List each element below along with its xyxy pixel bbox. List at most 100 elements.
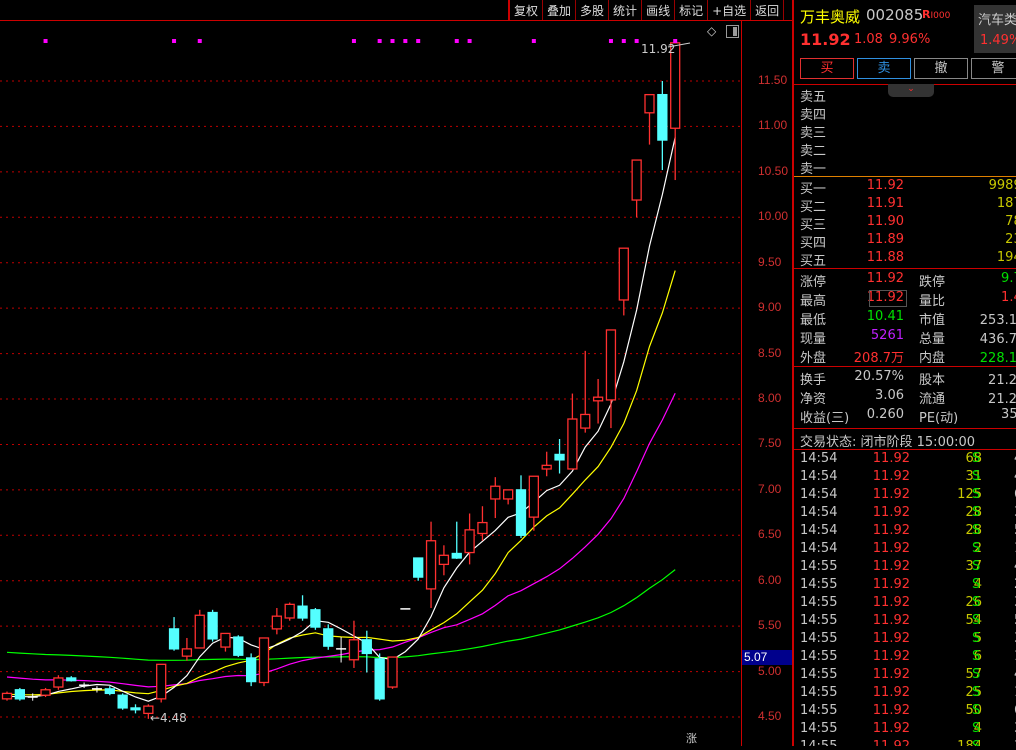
candle-up	[271, 615, 283, 630]
last-price: 11.92	[800, 30, 851, 49]
alert-button[interactable]: 警	[971, 58, 1016, 79]
bid-label: 买五	[800, 254, 827, 269]
tick-row: 14:5411.9231S4	[800, 469, 1016, 487]
candle-up	[644, 93, 655, 114]
signal-marker	[634, 39, 639, 43]
toolbar-button[interactable]: 统计	[609, 0, 643, 20]
ask-row: 卖五	[800, 86, 1016, 105]
tick-time: 14:55	[800, 667, 838, 682]
candle-down	[207, 611, 218, 640]
toolbar-button[interactable]: 标记	[675, 0, 709, 20]
panel-toggle-icon[interactable]	[726, 25, 739, 38]
candle-up	[194, 614, 205, 649]
candle-up	[53, 677, 64, 688]
candle-down	[130, 707, 141, 711]
tick-price: 11.92	[872, 595, 910, 610]
signal-marker	[531, 39, 536, 43]
sell-button[interactable]: 卖	[857, 58, 911, 79]
tick-row: 14:5411.9228S3	[800, 505, 1016, 523]
toolbar-button[interactable]: 叠加	[543, 0, 577, 20]
ask-row: 卖四	[800, 104, 1016, 123]
bid-label: 买一	[800, 182, 827, 197]
toolbar-button[interactable]: 复权	[510, 0, 544, 20]
toolbar-button[interactable]: 返回	[751, 0, 785, 20]
candle-down	[515, 489, 527, 536]
trading-status: 交易状态: 闭市阶段 15:00:00	[800, 435, 976, 450]
fund-label: 收益(三)	[800, 411, 850, 426]
candle-up	[348, 639, 360, 661]
candle-down	[104, 688, 115, 695]
sector-box[interactable]: 汽车类 1.49%	[974, 5, 1016, 53]
tick-price: 11.92	[872, 631, 910, 646]
candle-down	[413, 557, 424, 578]
price-axis-label: 7.00	[758, 481, 782, 496]
stat-value: 228.1万	[979, 351, 1016, 366]
high-price-marker: 11.92	[641, 42, 676, 56]
tick-row: 14:5511.9226S3	[800, 595, 1016, 613]
price-axis-label: 4.50	[758, 709, 782, 724]
signal-marker	[197, 39, 202, 43]
fund-value: 3.06	[875, 388, 904, 403]
price-axis-label: 10.50	[758, 163, 789, 178]
tick-time: 14:54	[800, 451, 838, 466]
price-axis-label: 5.50	[758, 618, 782, 633]
divider	[794, 176, 1016, 177]
high-price-box	[869, 290, 907, 307]
bid-label: 买三	[800, 218, 827, 233]
signal-marker	[403, 39, 408, 43]
sector-pct: 1.49%	[980, 33, 1016, 48]
candle-up	[156, 663, 167, 700]
stat-value: 1.49	[1001, 290, 1016, 305]
signal-marker	[172, 39, 177, 43]
stat-label: 现量	[800, 332, 827, 347]
tick-row: 14:5511.9250S6	[800, 703, 1016, 721]
tick-price: 11.92	[872, 649, 910, 664]
candle-down	[245, 657, 257, 683]
tick-time: 14:55	[800, 703, 838, 718]
candle-up	[567, 418, 578, 470]
tick-price: 11.92	[872, 703, 910, 718]
tick-price: 11.92	[872, 541, 910, 556]
tick-side: S	[972, 505, 981, 520]
candle-up	[258, 637, 270, 684]
tick-time: 14:54	[800, 487, 838, 502]
kline-chart[interactable]: 11.50 11.00 10.50 10.00 9.50 9.00 8.50 8.00 7.50…	[0, 0, 792, 746]
tick-time: 14:54	[800, 505, 838, 520]
price-axis-label: 8.50	[758, 345, 782, 360]
tick-time: 14:54	[800, 523, 838, 538]
cancel-order-button[interactable]: 撤	[914, 58, 968, 79]
toolbar-button[interactable]: +自选	[708, 0, 752, 20]
fund-value: 20.57%	[854, 369, 904, 384]
kline-canvas[interactable]	[0, 0, 792, 746]
tick-time: 14:55	[800, 595, 838, 610]
candle-down	[657, 93, 668, 141]
tick-time: 14:55	[800, 649, 838, 664]
candle-up	[387, 656, 398, 688]
divider	[794, 449, 1016, 450]
fund-label: 换手	[800, 373, 827, 388]
toolbar-button[interactable]: 多股	[576, 0, 610, 20]
tick-price: 11.92	[872, 577, 910, 592]
toolbar-button[interactable]: 画线	[642, 0, 676, 20]
stat-label: 最低	[800, 313, 827, 328]
candle-down	[14, 689, 26, 700]
tick-row: 14:5511.924S3	[800, 721, 1016, 739]
bid-label: 买二	[800, 200, 827, 215]
tick-time: 14:55	[800, 685, 838, 700]
tick-side: S	[972, 703, 981, 718]
candle-up	[425, 540, 437, 590]
limit-up-tag: 涨	[686, 732, 697, 745]
signal-marker	[467, 39, 472, 43]
buy-button[interactable]: 买	[800, 58, 854, 79]
tick-row: 14:5511.9254S5	[800, 613, 1016, 631]
bid-row: 买二 11.91 1872	[800, 196, 1016, 215]
ask-row: 卖三	[800, 122, 1016, 141]
bid-volume: 230	[1005, 232, 1016, 247]
fund-value: 21.2亿	[988, 392, 1016, 407]
price-axis-label: 5.00	[758, 663, 782, 678]
stat-label: 跌停	[919, 275, 946, 290]
stat-row: 现量 5261 总量 436.7万	[800, 328, 1016, 347]
candle-down	[233, 636, 244, 656]
diamond-icon[interactable]: ◇	[707, 24, 716, 38]
tick-row: 14:5411.9228S5	[800, 523, 1016, 541]
